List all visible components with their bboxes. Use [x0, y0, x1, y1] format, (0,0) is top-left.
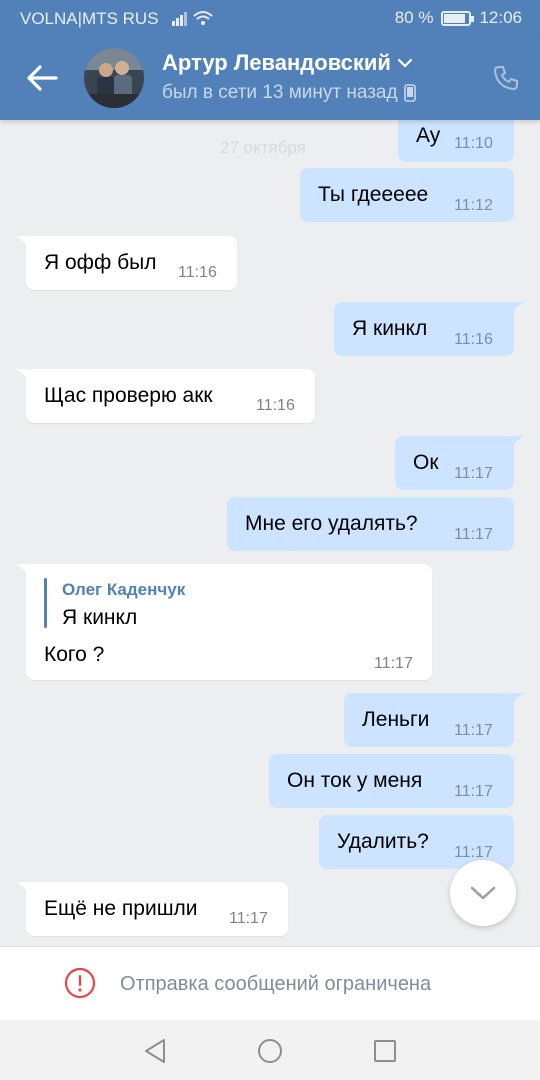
chat-header: Артур Левандовский был в сети 13 минут н…	[0, 36, 540, 120]
message-text: Кого ?	[44, 643, 105, 666]
message-outgoing[interactable]: Ок 11:17	[395, 436, 524, 490]
system-navigation-bar	[0, 1020, 540, 1080]
bubble-tail	[16, 236, 30, 250]
message-outgoing[interactable]: Он ток у меня 11:17	[269, 754, 514, 808]
chevron-down-icon	[397, 58, 413, 68]
status-bar: VOLNA|MTS RUS 80 % 12:06	[0, 0, 540, 36]
bubble-tail	[510, 693, 524, 707]
message-time: 11:17	[454, 526, 493, 543]
message-text: Ещё не пришли	[44, 897, 198, 920]
last-seen-text: был в сети 13 минут назад	[162, 82, 398, 103]
message-outgoing[interactable]: Я кинкл 11:16	[334, 302, 524, 356]
message-text: Щас проверю акк	[44, 384, 213, 407]
message-text: Ок	[413, 451, 439, 474]
contact-name-button[interactable]: Артур Левандовский	[162, 50, 413, 76]
message-time: 11:16	[256, 397, 295, 414]
carrier-name: VOLNA|MTS RUS	[20, 9, 159, 28]
messaging-restricted-bar: Отправка сообщений ограничена	[0, 946, 540, 1020]
message-text: Ты гдеееее	[318, 183, 429, 206]
bubble-tail	[510, 436, 524, 450]
message-text: Он ток у меня	[287, 769, 423, 792]
message-incoming[interactable]: Щас проверю акк 11:16	[16, 369, 315, 423]
message-text: Леньги	[362, 708, 430, 731]
message-text: Ау	[416, 124, 441, 147]
message-time: 11:17	[374, 655, 413, 672]
avatar[interactable]	[84, 48, 144, 108]
message-time: 11:17	[454, 722, 493, 739]
message-outgoing[interactable]: Леньги 11:17	[344, 693, 524, 747]
battery-icon	[441, 10, 475, 26]
restriction-text: Отправка сообщений ограничена	[120, 973, 432, 995]
message-time: 11:17	[454, 783, 493, 800]
message-text: Удалить?	[337, 830, 429, 853]
phone-icon[interactable]	[492, 64, 520, 92]
message-incoming[interactable]: Я офф был 11:16	[16, 236, 237, 290]
bubble-tail	[510, 302, 524, 316]
mobile-device-icon	[403, 84, 416, 102]
battery-percent: 80 %	[394, 8, 434, 27]
message-time: 11:10	[454, 135, 493, 152]
bubble-tail	[16, 369, 30, 383]
exclamation-circle-icon	[64, 967, 96, 999]
date-divider: 27 октября	[220, 138, 306, 157]
message-time: 11:17	[229, 910, 268, 927]
message-time: 11:16	[454, 331, 493, 348]
chevron-down-icon	[470, 886, 496, 900]
message-time: 11:16	[178, 264, 217, 281]
scroll-to-bottom-button[interactable]	[450, 860, 516, 926]
reply-author[interactable]: Олег Каденчук	[62, 580, 185, 600]
signal-wifi-icon	[172, 11, 213, 26]
nav-back-icon[interactable]	[140, 1036, 170, 1066]
clock: 12:06	[479, 8, 522, 27]
message-text: Я офф был	[44, 251, 157, 274]
contact-name: Артур Левандовский	[162, 50, 391, 75]
contact-status: был в сети 13 минут назад	[162, 82, 416, 104]
nav-recents-icon[interactable]	[370, 1036, 400, 1066]
message-text: Мне его удалять?	[245, 512, 418, 535]
bubble-tail	[16, 564, 30, 578]
message-incoming[interactable]: Ещё не пришли 11:17	[16, 882, 288, 936]
message-list[interactable]: 27 октября Ау 11:10 Ты гдеееее 11:12 Я о…	[0, 120, 540, 946]
message-incoming-reply[interactable]: Олег Каденчук Я кинкл Кого ? 11:17	[16, 564, 432, 680]
bubble-tail	[16, 882, 30, 896]
arrow-left-icon[interactable]	[22, 58, 62, 98]
message-text: Я кинкл	[352, 317, 428, 340]
message-time: 11:12	[454, 197, 493, 214]
message-outgoing[interactable]: Ау 11:10	[398, 120, 514, 162]
message-outgoing[interactable]: Ты гдеееее 11:12	[300, 168, 514, 222]
reply-quote-bar	[44, 578, 47, 628]
nav-home-icon[interactable]	[255, 1036, 285, 1066]
reply-text: Я кинкл	[62, 606, 138, 629]
message-time: 11:17	[454, 465, 493, 482]
message-outgoing[interactable]: Мне его удалять? 11:17	[227, 497, 514, 551]
